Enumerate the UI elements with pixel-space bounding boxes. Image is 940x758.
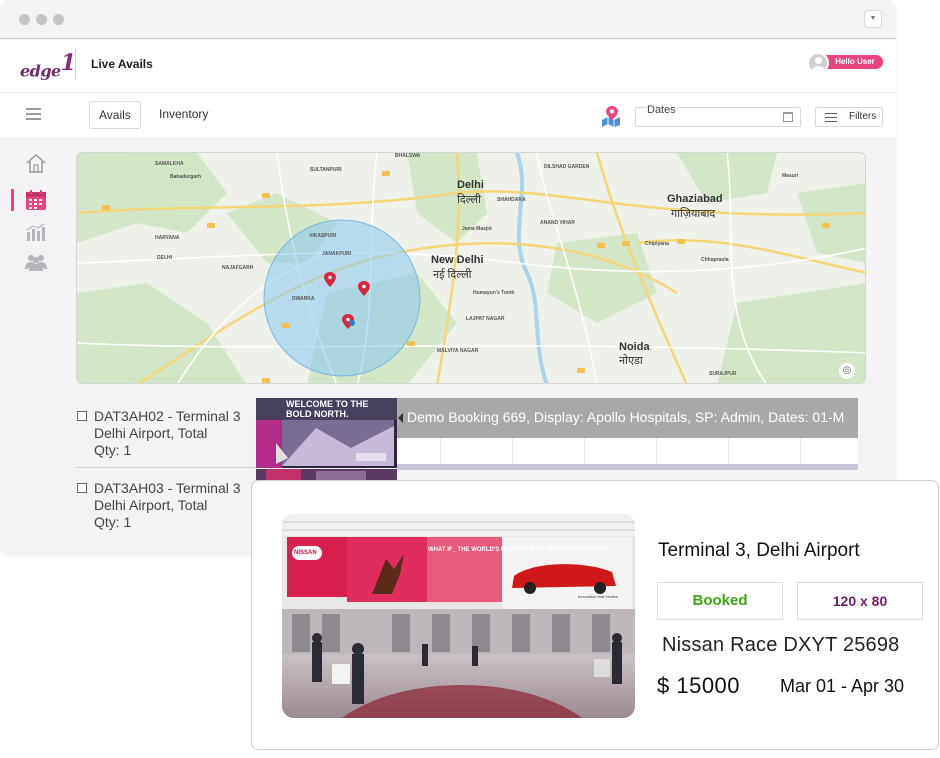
booking-timeline: Demo Booking 669, Display: Apollo Hospit… xyxy=(397,398,858,470)
city-label-delhi-local: दिल्ली xyxy=(457,194,481,206)
map-place-label: SULTANPURI xyxy=(310,167,342,173)
filter-sliders-icon xyxy=(825,113,837,122)
map-place-label: HARYANA xyxy=(155,235,180,241)
page-title: Live Avails xyxy=(91,57,153,71)
city-label-ghaziabad-local: गाज़ियाबाद xyxy=(671,208,716,220)
filters-button[interactable]: Filters xyxy=(815,107,883,127)
inventory-code: DAT3AH02 - Terminal 3 xyxy=(94,408,241,424)
map-place-label: MALVIYA NAGAR xyxy=(437,348,479,354)
user-menu[interactable]: Hello User xyxy=(807,52,883,74)
inventory-qty: Qty: 1 xyxy=(94,442,132,458)
map-view-icon[interactable] xyxy=(600,105,622,127)
timeline-row-bar[interactable] xyxy=(397,464,858,470)
list-divider xyxy=(76,467,258,468)
map-place-label: ANAND VIHAR xyxy=(540,220,575,226)
calendar-icon[interactable] xyxy=(783,112,793,122)
city-label-ghaziabad: Ghaziabad xyxy=(667,193,723,205)
photo-banner-text: WHAT IF_ THE WORLD'S FASTEST MAN WENT EV… xyxy=(428,547,610,553)
avatar[interactable] xyxy=(807,52,829,74)
menu-icon[interactable] xyxy=(26,108,41,120)
row-checkbox[interactable] xyxy=(77,411,87,421)
map-place-label: LAJPAT NAGAR xyxy=(466,316,505,322)
tab-inventory[interactable]: Inventory xyxy=(150,101,217,129)
inventory-detail-card: WHAT IF_ THE WORLD'S FASTEST MAN WENT EV… xyxy=(251,480,939,750)
thumbnail-caption: WELCOME TO THE BOLD NORTH. xyxy=(286,399,369,419)
city-label-noida-local: नोएडा xyxy=(619,355,643,367)
map-place-label: Chipiyana xyxy=(645,241,669,247)
map-place-label: SURAJPUR xyxy=(709,371,737,377)
date-range: Mar 01 - Apr 30 xyxy=(780,676,905,696)
calendar-nav-icon[interactable] xyxy=(25,189,47,211)
price-value: $ 15000 xyxy=(657,673,741,698)
photo-tagline-text: Innovation that excites xyxy=(578,594,618,599)
map-place-label: Masuri xyxy=(782,173,799,179)
inventory-location: Delhi Airport, Total xyxy=(94,497,208,513)
minimize-dot[interactable] xyxy=(36,14,47,25)
sidebar-active-indicator xyxy=(11,189,14,211)
maximize-dot[interactable] xyxy=(53,14,64,25)
city-label-delhi: Delhi xyxy=(457,179,484,191)
toolbar: Avails Inventory Dates Filters xyxy=(0,92,896,137)
dates-label: Dates xyxy=(646,104,677,116)
app-window: ▼ edge1 Live Avails Hello User Avails In… xyxy=(0,0,896,556)
map-place-label: BHALSWA xyxy=(395,153,421,159)
city-label-noida: Noida xyxy=(619,341,650,353)
window-menu-chevron-icon[interactable]: ▼ xyxy=(864,10,882,28)
map-place-label: SAMALKHA xyxy=(155,161,184,167)
city-label-new-delhi: New Delhi xyxy=(431,254,484,266)
photo-brand-text: NISSAN xyxy=(294,550,317,556)
size-badge: 120 x 80 xyxy=(797,582,923,620)
booking-bar[interactable]: Demo Booking 669, Display: Apollo Hospit… xyxy=(397,398,858,438)
home-icon[interactable] xyxy=(25,152,47,174)
app-header: edge1 Live Avails Hello User xyxy=(0,40,896,92)
map-place-label: NAJAFGARH xyxy=(222,265,254,271)
map-place-label: Bahadurgarh xyxy=(170,174,202,180)
dates-field[interactable]: Dates xyxy=(635,104,801,127)
map-place-label: JANAKPURI xyxy=(322,251,352,257)
window-titlebar: ▼ xyxy=(0,0,896,39)
map-place-label: SHAHDARA xyxy=(497,197,526,203)
map-place-label: DELHI xyxy=(157,255,172,261)
tab-avails[interactable]: Avails xyxy=(89,101,141,129)
status-badge: Booked xyxy=(657,582,783,620)
inventory-photo: WHAT IF_ THE WORLD'S FASTEST MAN WENT EV… xyxy=(282,514,635,718)
campaign-name: Nissan Race DXYT 25698 xyxy=(662,634,900,656)
city-label-new-delhi-local: नई दिल्ली xyxy=(433,269,472,281)
bar-chart-icon[interactable] xyxy=(25,222,47,244)
inventory-location: Delhi Airport, Total xyxy=(94,425,208,441)
inventory-code: DAT3AH03 - Terminal 3 xyxy=(94,480,241,496)
map-place-label: Humayun's Tomb xyxy=(473,290,515,296)
header-divider xyxy=(75,50,76,80)
avails-map[interactable]: SAMALKHA Bahadurgarh SULTANPURI BHALSWA … xyxy=(76,152,866,384)
row-checkbox[interactable] xyxy=(77,483,87,493)
map-place-label: VIKASPURI xyxy=(309,233,337,239)
map-locate-icon[interactable]: ◎ xyxy=(839,363,855,379)
inventory-thumbnail[interactable]: WELCOME TO THE BOLD NORTH. xyxy=(256,398,397,468)
map-place-label: DWARKA xyxy=(292,296,315,302)
inventory-list: DAT3AH02 - Terminal 3 Delhi Airport, Tot… xyxy=(76,398,258,532)
map-place-label: Chhapraula xyxy=(701,257,729,263)
filters-label: Filters xyxy=(849,111,877,122)
map-place-label: Jama Masjid xyxy=(462,226,492,232)
users-icon[interactable] xyxy=(25,251,47,273)
inventory-qty: Qty: 1 xyxy=(94,514,132,530)
detail-location: Terminal 3, Delhi Airport xyxy=(658,540,860,561)
close-dot[interactable] xyxy=(19,14,30,25)
list-item[interactable]: DAT3AH02 - Terminal 3 Delhi Airport, Tot… xyxy=(76,398,258,468)
list-item[interactable]: DAT3AH03 - Terminal 3 Delhi Airport, Tot… xyxy=(76,470,258,540)
edge1-logo[interactable]: edge1 xyxy=(20,50,76,80)
map-place-label: DILSHAD GARDEN xyxy=(544,164,590,170)
